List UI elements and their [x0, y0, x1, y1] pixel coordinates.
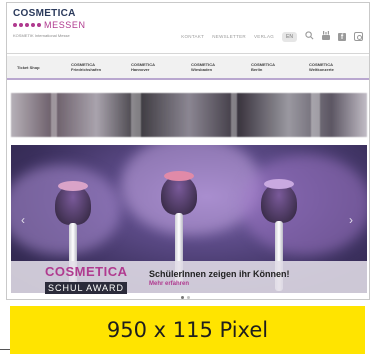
slider-next-arrow-icon[interactable]: › [349, 213, 353, 227]
menu-item-berlin[interactable]: COSMETICA Berlin [251, 62, 309, 72]
menu-item-sublabel: Berlin [251, 67, 263, 72]
hero-headline: SchülerInnen zeigen ihr Können! [149, 269, 290, 279]
topnav-kontakt[interactable]: KONTAKT [181, 34, 204, 39]
topnav-verlag[interactable]: VERLAG [254, 34, 274, 39]
website-screenshot-frame: COSMETICA MESSEN KOSMETIK International … [6, 2, 370, 300]
ad-size-label: 950 x 115 Pixel [106, 318, 269, 342]
site-header: COSMETICA MESSEN KOSMETIK International … [7, 3, 369, 53]
schul-award-logo: COSMETICA SCHUL AWARD [45, 264, 128, 296]
facebook-icon[interactable]: f [338, 32, 346, 41]
menu-item-sublabel: Wiesbaden [191, 67, 213, 72]
language-switch[interactable]: EN [282, 31, 297, 42]
logo-line2-row: MESSEN [13, 20, 86, 30]
brush-tip-image [264, 179, 294, 189]
header-divider [7, 53, 369, 54]
brush-tip-image [164, 171, 194, 181]
makeup-brush-image [161, 175, 197, 215]
makeup-brush-image [55, 185, 91, 225]
menu-item-weltkonzerte[interactable]: COSMETICA Weltkonzerte [309, 62, 359, 72]
slider-dot[interactable] [187, 296, 190, 299]
brush-tip-image [58, 181, 88, 191]
small-banner-image[interactable] [11, 93, 367, 137]
logo-line1: COSMETICA [13, 8, 76, 19]
slider-prev-arrow-icon[interactable]: ‹ [21, 213, 25, 227]
logo-subtitle: KOSMETIK International Messe [13, 33, 70, 38]
ad-placeholder-banner: 950 x 115 Pixel [10, 306, 365, 354]
menu-item-friedrichshafen[interactable]: COSMETICA Friedrichshafen [71, 62, 131, 72]
logo-line2: MESSEN [44, 20, 86, 30]
hero-more-link[interactable]: Mehr erfahren [149, 281, 290, 287]
instagram-icon[interactable] [354, 32, 363, 41]
slider-dots [181, 296, 190, 299]
menu-item-sublabel: Hannover [131, 67, 150, 72]
menu-item-sublabel: Weltkonzerte [309, 67, 334, 72]
menu-underline [7, 78, 369, 80]
makeup-brush-image [261, 183, 297, 223]
menu-item-wiesbaden[interactable]: COSMETICA Wiesbaden [191, 62, 251, 72]
logo-dots-icon [13, 23, 41, 27]
hero-caption: SchülerInnen zeigen ihr Können! Mehr erf… [149, 269, 290, 287]
menu-item-sublabel: Friedrichshafen [71, 67, 102, 72]
search-icon[interactable] [305, 31, 314, 42]
menu-item-label: Ticket Shop [17, 64, 40, 70]
topnav-newsletter[interactable]: NEWSLETTER [212, 34, 246, 39]
youtube-icon[interactable] [322, 31, 330, 42]
menu-item-hannover[interactable]: COSMETICA Hannover [131, 62, 191, 72]
slider-dot-active[interactable] [181, 296, 184, 299]
menu-item-ticket-shop[interactable]: Ticket Shop [17, 65, 71, 70]
schul-award-logo-sub: SCHUL AWARD [45, 282, 128, 294]
schul-award-logo-main: COSMETICA [45, 264, 128, 279]
site-logo[interactable]: COSMETICA MESSEN KOSMETIK International … [13, 9, 86, 38]
main-menu: Ticket Shop COSMETICA Friedrichshafen CO… [7, 56, 369, 78]
top-navigation: KONTAKT NEWSLETTER VERLAG EN f [181, 31, 363, 42]
